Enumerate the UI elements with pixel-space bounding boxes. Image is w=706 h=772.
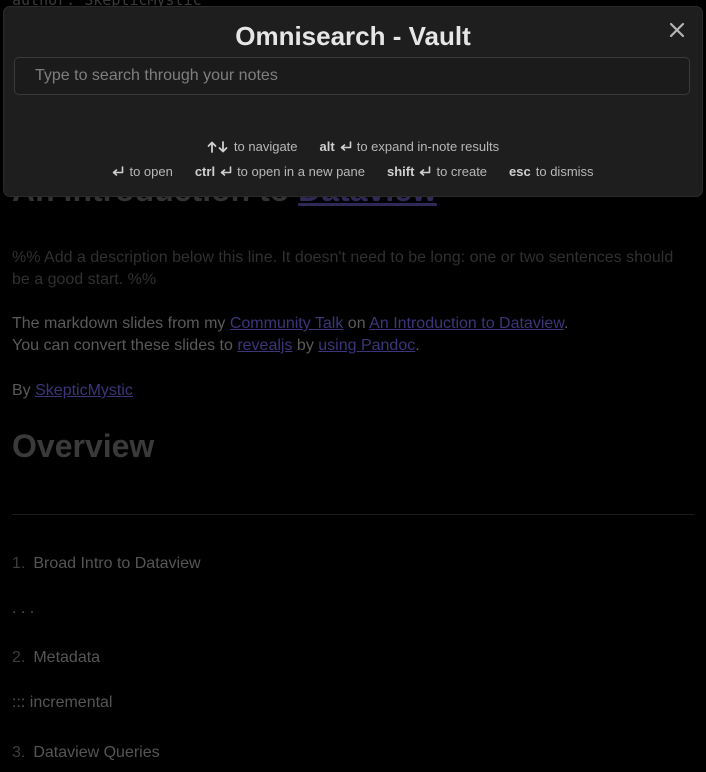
shift-key: shift [387, 164, 415, 179]
list-item: 2. Metadata [12, 649, 100, 667]
ellipsis-line: . . . [12, 600, 35, 617]
paragraph-text: on [343, 315, 370, 332]
list-item: 3. Dataview Queries [12, 744, 160, 762]
hint-dismiss-label: to dismiss [535, 164, 594, 179]
close-button[interactable] [666, 19, 688, 41]
hints-row-2: to open ctrl to open in a new pane shift… [4, 164, 702, 179]
list-number: 2. [12, 649, 26, 666]
list-number: 3. [12, 744, 26, 761]
using-pandoc-link[interactable]: using Pandoc [318, 337, 415, 354]
ctrl-key: ctrl [194, 164, 216, 179]
hint-open-new-pane: ctrl to open in a new pane [195, 164, 365, 179]
paragraph-text: . [415, 337, 420, 354]
horizontal-rule [12, 514, 694, 515]
hints-row-1: to navigate alt to expand in-note result… [4, 139, 702, 154]
search-input[interactable] [14, 57, 690, 95]
hint-open-label: to open [129, 164, 173, 179]
byline: By SkepticMystic [12, 380, 692, 402]
intro-dataview-link[interactable]: An Introduction to Dataview [369, 315, 564, 332]
list-item-text: Broad Intro to Dataview [33, 555, 201, 572]
enter-icon [420, 166, 431, 176]
hint-expand-label: to expand in-note results [356, 139, 500, 154]
paragraph-text: by [292, 337, 319, 354]
list-item-text: Metadata [33, 649, 101, 666]
hint-open-new-pane-label: to open in a new pane [237, 164, 365, 179]
omnisearch-modal: Omnisearch - Vault to navigate alt to ex… [4, 7, 702, 196]
up-down-arrows-icon [207, 140, 228, 153]
community-talk-link[interactable]: Community Talk [230, 315, 344, 332]
hint-open: to open [112, 164, 173, 179]
paragraph-text: You can convert these slides to [12, 337, 238, 354]
overview-heading: Overview [12, 428, 155, 464]
hint-dismiss: esc to dismiss [509, 164, 594, 179]
hint-navigate: to navigate [207, 139, 298, 154]
byline-text: By [12, 382, 36, 399]
hint-navigate-label: to navigate [233, 139, 298, 154]
author-link[interactable]: SkepticMystic [35, 382, 133, 399]
note-comment: %% Add a description below this line. It… [12, 249, 674, 288]
incremental-line: ::: incremental [12, 694, 113, 711]
modal-title: Omnisearch - Vault [235, 21, 471, 51]
paragraph-slides: The markdown slides from my Community Ta… [12, 313, 692, 357]
list-item: 1. Broad Intro to Dataview [12, 555, 201, 573]
paragraph-text: . [563, 315, 569, 332]
enter-icon [220, 166, 232, 176]
list-number: 1. [12, 555, 26, 572]
hint-create: shift to create [387, 164, 487, 179]
enter-icon [340, 141, 352, 151]
alt-key: alt [319, 139, 335, 154]
revealjs-link[interactable]: revealjs [237, 337, 292, 354]
enter-icon [113, 166, 124, 176]
list-item-text: Dataview Queries [33, 744, 160, 761]
hint-create-label: to create [436, 164, 488, 179]
paragraph-text: The markdown slides from my [12, 315, 230, 332]
close-icon [669, 22, 685, 38]
hint-expand: alt to expand in-note results [320, 139, 500, 154]
esc-key: esc [509, 164, 531, 179]
